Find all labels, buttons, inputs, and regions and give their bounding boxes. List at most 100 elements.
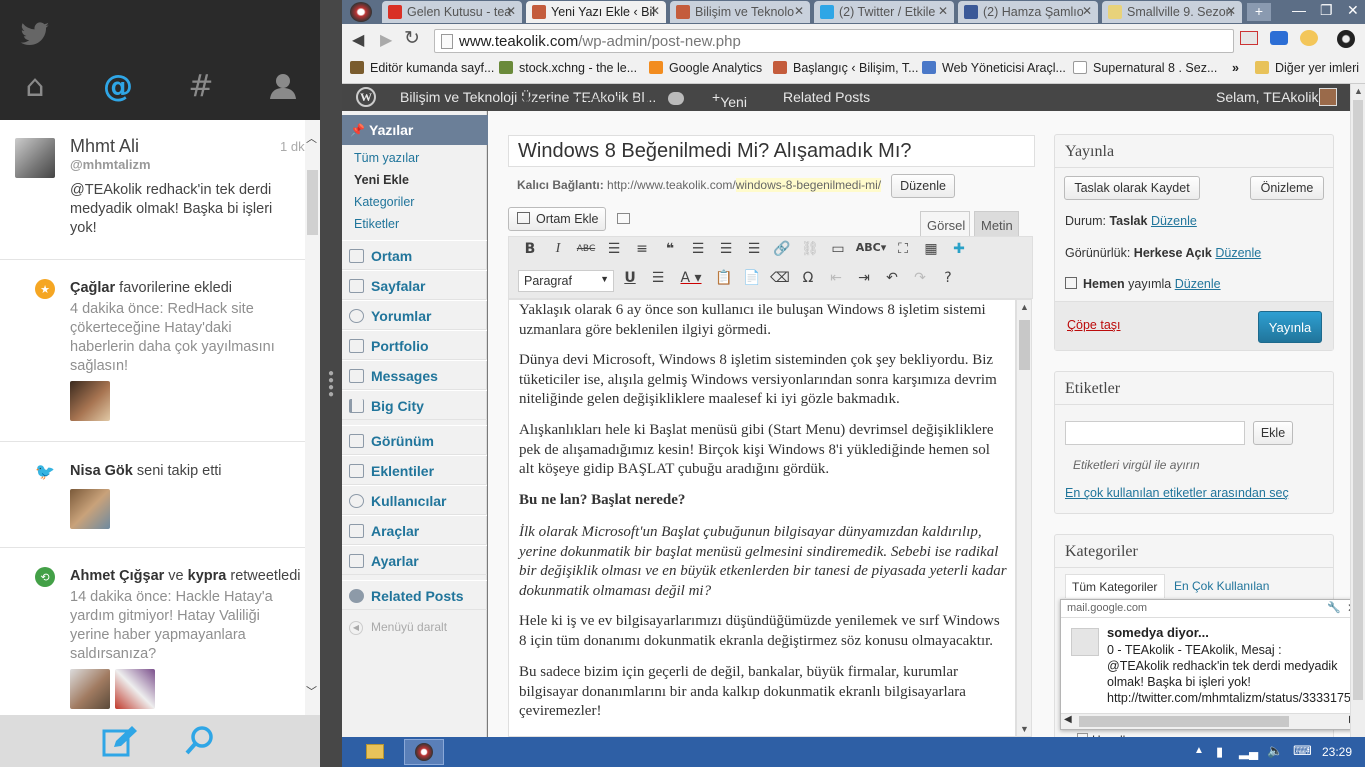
align-left-icon[interactable]: ☰: [687, 241, 709, 263]
outdent-icon[interactable]: ⇤: [825, 270, 847, 292]
editor-content[interactable]: Yaklaşık olarak 6 ay önce son kullanıcı …: [508, 299, 1016, 737]
taskbar-app[interactable]: [404, 739, 444, 765]
more-tag-icon[interactable]: ▭: [827, 241, 849, 263]
tab-bilisim[interactable]: Bilişim ve Teknolo ✕: [670, 1, 810, 23]
format-select[interactable]: Paragraf ▼: [518, 270, 614, 292]
menu-users[interactable]: Kullanıcılar: [342, 485, 487, 515]
gmail-notification[interactable]: mail.google.com 🔧 ✕ somedya diyor... 0 -…: [1060, 599, 1360, 730]
maximize-button[interactable]: ❐: [1320, 2, 1333, 19]
submenu-add-new[interactable]: Yeni Ekle: [354, 173, 409, 187]
new-tab-button[interactable]: +: [1247, 3, 1271, 21]
editor-scrollbar[interactable]: ▲ ▼: [1016, 299, 1032, 737]
add-media-button[interactable]: Ortam Ekle: [508, 207, 606, 231]
kitchen-sink-icon[interactable]: ▦: [920, 241, 942, 263]
fullscreen-icon[interactable]: ⛶: [892, 241, 914, 263]
redo-icon[interactable]: ↷: [909, 270, 931, 292]
paste-text-icon[interactable]: 📋: [713, 270, 735, 292]
edit-status-link[interactable]: Düzenle: [1151, 214, 1197, 228]
bookmark-item[interactable]: Başlangıç ‹ Bilişim, T...: [773, 61, 919, 75]
reload-icon[interactable]: ↻: [404, 27, 420, 50]
menu-settings[interactable]: Ayarlar: [342, 545, 487, 575]
scroll-thumb[interactable]: [307, 170, 318, 235]
bookmark-item[interactable]: Supernatural 8 . Sez...: [1073, 61, 1217, 75]
popular-tags-link[interactable]: En çok kullanılan etiketler arasından se…: [1065, 486, 1289, 500]
menu-big-city[interactable]: Big City: [342, 390, 487, 420]
avatar[interactable]: [1319, 88, 1337, 106]
bullet-list-icon[interactable]: ☰: [603, 241, 625, 263]
hashtag-icon[interactable]: #: [181, 66, 221, 106]
tab-all-categories[interactable]: Tüm Kategoriler: [1065, 574, 1165, 598]
mentions-icon[interactable]: @: [98, 66, 138, 106]
permalink-slug[interactable]: windows-8-begenilmedi-mi/: [735, 178, 882, 192]
clock[interactable]: 23:29: [1322, 745, 1352, 759]
notification-item[interactable]: 🐦 Nisa Gök seni takip etti: [0, 443, 305, 548]
avatar[interactable]: [115, 669, 155, 709]
signal-icon[interactable]: ▂▄: [1239, 744, 1258, 760]
extension-icon[interactable]: [1300, 30, 1318, 46]
page-scrollbar[interactable]: ▲: [1350, 84, 1365, 737]
menu-portfolio[interactable]: Portfolio: [342, 330, 487, 360]
strikethrough-icon[interactable]: ABC: [575, 241, 597, 263]
tweet-author-name[interactable]: Mhmt Ali: [70, 136, 139, 157]
justify-icon[interactable]: ☰: [647, 270, 669, 292]
bookmark-item[interactable]: stock.xchng - the le...: [499, 61, 637, 75]
special-char-icon[interactable]: Ω: [797, 270, 819, 292]
align-center-icon[interactable]: ☰: [715, 241, 737, 263]
edit-permalink-button[interactable]: Düzenle: [891, 174, 955, 198]
post-title-input[interactable]: Windows 8 Beğenilmedi Mi? Alışamadık Mı?: [508, 135, 1035, 167]
tray-arrow-icon[interactable]: ▲: [1194, 745, 1204, 756]
profile-icon[interactable]: [263, 66, 303, 106]
notification-user[interactable]: Nisa Gök: [70, 463, 133, 479]
notification-user[interactable]: Çağlar: [70, 280, 115, 296]
text-color-icon[interactable]: A ▾: [675, 270, 707, 292]
keyboard-icon[interactable]: ⌨: [1293, 743, 1312, 759]
menu-related-posts[interactable]: Related Posts: [342, 580, 487, 610]
add-tag-button[interactable]: Ekle: [1253, 421, 1293, 445]
tag-input[interactable]: [1065, 421, 1245, 445]
tab-facebook[interactable]: (2) Hamza Şamlıo ✕: [958, 1, 1098, 23]
notification-scrollbar[interactable]: ◀ ▶: [1061, 713, 1359, 729]
twitter-scrollbar[interactable]: ︿ ﹀: [305, 120, 320, 715]
comments-icon[interactable]: [668, 92, 684, 105]
avatar[interactable]: [15, 138, 55, 178]
tab-popular-categories[interactable]: En Çok Kullanılan: [1174, 579, 1269, 593]
extension-icon[interactable]: [1337, 30, 1355, 48]
numbered-list-icon[interactable]: ≡: [631, 241, 653, 263]
submenu-tags[interactable]: Etiketler: [354, 217, 399, 231]
menu-comments[interactable]: Yorumlar: [342, 300, 487, 330]
form-icon[interactable]: [617, 213, 630, 224]
snap-divider[interactable]: ● ● ● ●: [320, 0, 342, 767]
tab-smallville[interactable]: Smallville 9. Sezon ✕: [1102, 1, 1242, 23]
collapse-icon[interactable]: ◀: [349, 621, 363, 635]
edit-visibility-link[interactable]: Düzenle: [1215, 246, 1261, 260]
avatar[interactable]: [70, 669, 110, 709]
menu-plugins[interactable]: Eklentiler: [342, 455, 487, 485]
search-icon[interactable]: [185, 725, 215, 757]
unlink-icon[interactable]: ⛓: [799, 241, 821, 263]
settings-icon[interactable]: 🔧: [1327, 601, 1341, 614]
home-icon[interactable]: ⌂: [15, 66, 55, 106]
menu-tools[interactable]: Araçlar: [342, 515, 487, 545]
paste-word-icon[interactable]: 📄: [741, 270, 763, 292]
save-draft-button[interactable]: Taslak olarak Kaydet: [1064, 176, 1200, 200]
indent-icon[interactable]: ⇥: [853, 270, 875, 292]
scroll-down-icon[interactable]: ﹀: [306, 683, 319, 698]
minimize-button[interactable]: —: [1292, 2, 1306, 18]
admin-bar-greeting[interactable]: Selam, TEAkolik: [1216, 89, 1318, 105]
notification-user[interactable]: kypra: [188, 568, 227, 584]
wordpress-logo-icon[interactable]: W: [356, 87, 376, 107]
menu-media[interactable]: Ortam: [342, 240, 487, 270]
forward-icon[interactable]: ▶: [380, 30, 392, 50]
back-icon[interactable]: ◀: [352, 30, 364, 50]
menu-appearance[interactable]: Görünüm: [342, 425, 487, 455]
avatar[interactable]: [70, 381, 110, 421]
other-bookmarks[interactable]: Diğer yer imleri: [1255, 61, 1359, 75]
clear-format-icon[interactable]: ⌫: [769, 270, 791, 292]
tab-visual[interactable]: Görsel: [920, 211, 970, 237]
undo-icon[interactable]: ↶: [881, 270, 903, 292]
submenu-categories[interactable]: Kategoriler: [354, 195, 414, 209]
tab-text[interactable]: Metin: [974, 211, 1019, 237]
tab-new-post[interactable]: Yeni Yazı Ekle ‹ Bil ✕: [526, 1, 666, 23]
tab-twitter[interactable]: (2) Twitter / Etkile ✕: [814, 1, 954, 23]
italic-icon[interactable]: I: [547, 241, 569, 263]
